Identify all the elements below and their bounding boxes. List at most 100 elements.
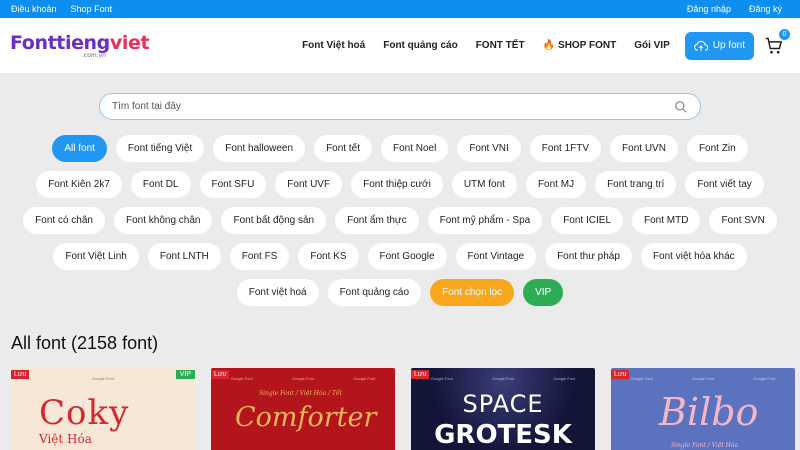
tag-item[interactable]: Font thiệp cưới: [351, 171, 443, 198]
tag-item[interactable]: Font 1FTV: [529, 135, 602, 162]
card-meta-row: Google Font: [11, 376, 195, 381]
tag-item[interactable]: Font việt hoá: [236, 279, 319, 306]
card-preview-title: SPACE: [462, 390, 544, 418]
tag-item[interactable]: Font UVN: [610, 135, 678, 162]
tag-row: Font việt hoá Font quảng cáo Font chọn l…: [0, 279, 800, 306]
tag-item[interactable]: Font việt hóa khác: [640, 243, 747, 270]
tag-item[interactable]: Font FS: [229, 243, 290, 270]
tag-item[interactable]: Font không chân: [113, 207, 213, 234]
font-card[interactable]: Lưu VIP Google Font Coky Việt Hóa: [11, 368, 195, 450]
tag-item[interactable]: Font Vintage: [455, 243, 537, 270]
font-card[interactable]: Lưu Google Font Google Font Google Font Bi…: [611, 368, 795, 450]
tag-item[interactable]: Font tiếng Việt: [115, 135, 205, 162]
card-preview-subtitle: Single Font / Việt Hóa / Tết: [259, 390, 343, 397]
tag-item[interactable]: Font quảng cáo: [327, 279, 422, 306]
card-preview-subtitle: Single Font / Việt Hóa: [671, 442, 739, 449]
save-badge[interactable]: Lưu: [411, 370, 430, 379]
save-badge[interactable]: Lưu: [211, 370, 230, 379]
card-meta-row: Google Font Google Font Google Font: [411, 376, 595, 381]
card-meta: Google Font: [291, 376, 314, 381]
fire-icon: 🔥: [542, 40, 556, 51]
save-badge[interactable]: Lưu: [11, 370, 30, 379]
site-logo[interactable]: Fonttiengviet .com.vn: [10, 31, 150, 59]
save-badge[interactable]: Lưu: [611, 370, 630, 379]
login-link[interactable]: Đăng nhập: [687, 4, 731, 14]
nav-font-tet[interactable]: FONT TẾT: [467, 40, 534, 51]
card-preview-title-line2: GROTESK: [434, 420, 572, 450]
tag-item[interactable]: Font Việt Linh: [53, 243, 139, 270]
font-card[interactable]: Lưu Google Font Google Font Google Font Si…: [211, 368, 395, 450]
card-preview-title: Bilbo: [659, 390, 759, 434]
card-meta: Google Font: [553, 376, 576, 381]
search-bar: [99, 93, 701, 120]
tag-item[interactable]: All font: [52, 135, 107, 162]
tag-item[interactable]: Font có chân: [23, 207, 105, 234]
tag-item[interactable]: Font viết tay: [685, 171, 764, 198]
section-title: All font (2158 font): [11, 333, 159, 353]
card-meta: Google Font: [630, 376, 653, 381]
cart-count-badge: 0: [779, 28, 790, 40]
nav-goi-vip[interactable]: Gói VIP: [625, 40, 679, 51]
tag-list: All font Font tiếng Việt Font halloween …: [0, 135, 800, 315]
search-icon[interactable]: [674, 100, 688, 114]
search-input[interactable]: [112, 101, 674, 112]
tag-item[interactable]: UTM font: [451, 171, 517, 198]
vip-badge: VIP: [175, 370, 195, 379]
card-meta: Google Font: [230, 376, 253, 381]
tag-item[interactable]: Font LNTH: [147, 243, 221, 270]
tag-item[interactable]: Font KS: [298, 243, 359, 270]
tag-item[interactable]: Font Noel: [380, 135, 449, 162]
terms-link[interactable]: Điều khoản: [11, 4, 57, 14]
tag-item[interactable]: Font trang trí: [595, 171, 677, 198]
cart-button[interactable]: 0: [764, 28, 790, 56]
tag-row: Font Kiên 2k7 Font DL Font SFU Font UVF …: [0, 171, 800, 198]
tag-item[interactable]: Font MTD: [632, 207, 701, 234]
tag-item[interactable]: Font bất động sản: [221, 207, 327, 234]
tag-font-chon-loc[interactable]: Font chọn lọc: [430, 279, 515, 306]
tag-item[interactable]: Font SVN: [709, 207, 777, 234]
header: Fonttiengviet .com.vn Font Việt hoá Font…: [0, 18, 800, 73]
card-preview-title: Comforter: [235, 402, 377, 433]
tag-item[interactable]: Font mỹ phẩm - Spa: [427, 207, 543, 234]
card-preview-title: Coky: [39, 393, 130, 433]
font-card-list: Lưu VIP Google Font Coky Việt Hóa Lưu Go…: [11, 368, 795, 450]
tag-item[interactable]: Font tết: [314, 135, 372, 162]
tag-item[interactable]: Font UVF: [275, 171, 343, 198]
cloud-upload-icon: [693, 40, 708, 51]
tag-vip[interactable]: VIP: [523, 279, 564, 306]
tag-item[interactable]: Font Zin: [686, 135, 748, 162]
card-meta: Google Font: [753, 376, 776, 381]
logo-part2: viet: [109, 31, 150, 54]
tag-item[interactable]: Font Google: [367, 243, 447, 270]
card-meta: Google Font: [430, 376, 453, 381]
nav-shop-font-label: SHOP FONT: [558, 40, 617, 51]
tag-item[interactable]: Font Kiên 2k7: [36, 171, 122, 198]
tag-item[interactable]: Font VNI: [457, 135, 521, 162]
font-card[interactable]: Lưu Google Font Google Font Google Font SP…: [411, 368, 595, 450]
card-meta: Google Font: [91, 376, 114, 381]
main-nav: Font Việt hoá Font quảng cáo FONT TẾT 🔥 S…: [293, 28, 790, 60]
nav-font-viet-hoa[interactable]: Font Việt hoá: [293, 40, 374, 51]
tag-row: All font Font tiếng Việt Font halloween …: [0, 135, 800, 162]
card-meta-row: Google Font Google Font Google Font: [611, 376, 795, 381]
tag-item[interactable]: Font DL: [130, 171, 191, 198]
tag-row: Font Việt Linh Font LNTH Font FS Font KS…: [0, 243, 800, 270]
card-meta: Google Font: [691, 376, 714, 381]
register-link[interactable]: Đăng ký: [749, 4, 782, 14]
logo-part1: Fonttieng: [10, 31, 110, 54]
nav-shop-font[interactable]: 🔥 SHOP FONT: [534, 40, 626, 51]
card-meta: Google Font: [353, 376, 376, 381]
tag-item[interactable]: Font MJ: [525, 171, 587, 198]
tag-item[interactable]: Font SFU: [199, 171, 267, 198]
tag-item[interactable]: Font ICIEL: [551, 207, 624, 234]
tag-item[interactable]: Font ẩm thực: [335, 207, 419, 234]
card-preview-subtitle: Việt Hóa: [39, 432, 92, 446]
card-meta: Google Font: [491, 376, 514, 381]
tag-item[interactable]: Font thư pháp: [545, 243, 632, 270]
tag-item[interactable]: Font halloween: [213, 135, 306, 162]
tag-row: Font có chân Font không chân Font bất độ…: [0, 207, 800, 234]
shop-font-link[interactable]: Shop Font: [71, 4, 113, 14]
nav-font-quang-cao[interactable]: Font quảng cáo: [374, 40, 466, 51]
logo-subtext: .com.vn: [82, 51, 106, 59]
upload-font-button[interactable]: Up font: [684, 31, 754, 60]
